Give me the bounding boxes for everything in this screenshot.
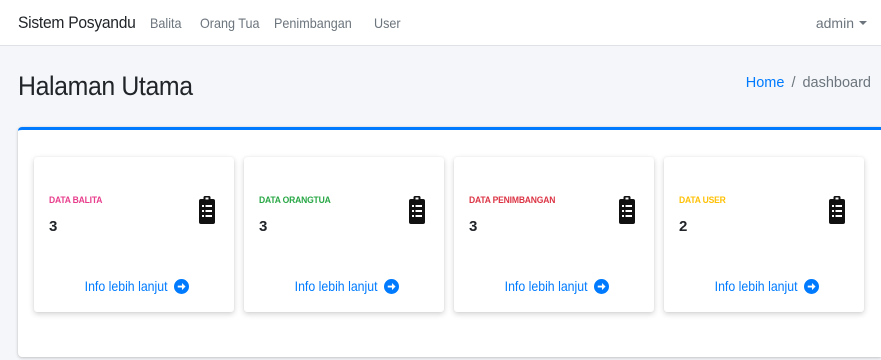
caret-down-icon (859, 20, 867, 25)
dashboard-card: DATA BALITA 3 Info lebih lanjut DATA ORA… (18, 127, 881, 357)
info-more-text: Info lebih lanjut (294, 278, 378, 294)
info-more-link[interactable]: Info lebih lanjut (34, 278, 234, 294)
clipboard-list-icon (199, 196, 215, 224)
info-box-penimbangan: DATA PENIMBANGAN 3 Info lebih lanjut (454, 157, 654, 312)
info-more-text: Info lebih lanjut (504, 278, 588, 294)
info-more-link[interactable]: Info lebih lanjut (454, 278, 654, 294)
arrow-circle-right-icon (384, 278, 400, 294)
nav-links: Balita Orang Tua Penimbangan User (150, 15, 426, 31)
arrow-circle-right-icon (804, 278, 820, 294)
info-box-value: 2 (679, 218, 688, 235)
arrow-circle-right-icon (174, 278, 190, 294)
content-header: Halaman Utama Home / dashboard (0, 46, 881, 126)
nav-link-balita[interactable]: Balita (150, 15, 182, 31)
brand-title[interactable]: Sistem Posyandu (18, 13, 136, 33)
info-box-label: DATA ORANGTUA (259, 195, 331, 206)
page-title: Halaman Utama (18, 71, 193, 101)
info-box-value: 3 (259, 218, 268, 235)
info-box-label: DATA USER (679, 195, 726, 206)
info-box-balita: DATA BALITA 3 Info lebih lanjut (34, 157, 234, 312)
info-more-link[interactable]: Info lebih lanjut (244, 278, 444, 294)
nav-link-orang-tua[interactable]: Orang Tua (200, 15, 260, 31)
arrow-circle-right-icon (594, 278, 610, 294)
info-box-label: DATA BALITA (49, 195, 103, 206)
nav-link-penimbangan[interactable]: Penimbangan (274, 15, 352, 31)
info-more-link[interactable]: Info lebih lanjut (664, 278, 864, 294)
user-dropdown[interactable]: admin (816, 15, 867, 31)
info-box-user: DATA USER 2 Info lebih lanjut (664, 157, 864, 312)
user-name: admin (815, 14, 854, 31)
breadcrumb: Home / dashboard (746, 75, 871, 91)
info-box-value: 3 (49, 218, 58, 235)
clipboard-list-icon (619, 196, 635, 224)
info-box-label: DATA PENIMBANGAN (469, 195, 556, 206)
breadcrumb-home-link[interactable]: Home (746, 75, 785, 91)
clipboard-list-icon (409, 196, 425, 224)
top-navbar: Sistem Posyandu Balita Orang Tua Penimba… (0, 0, 881, 46)
breadcrumb-separator: / (791, 75, 796, 91)
nav-link-user[interactable]: User (374, 15, 401, 31)
info-box-orangtua: DATA ORANGTUA 3 Info lebih lanjut (244, 157, 444, 312)
info-more-text: Info lebih lanjut (714, 278, 798, 294)
info-more-text: Info lebih lanjut (84, 278, 168, 294)
clipboard-list-icon (829, 196, 845, 224)
breadcrumb-current: dashboard (802, 75, 871, 91)
info-box-value: 3 (469, 218, 478, 235)
